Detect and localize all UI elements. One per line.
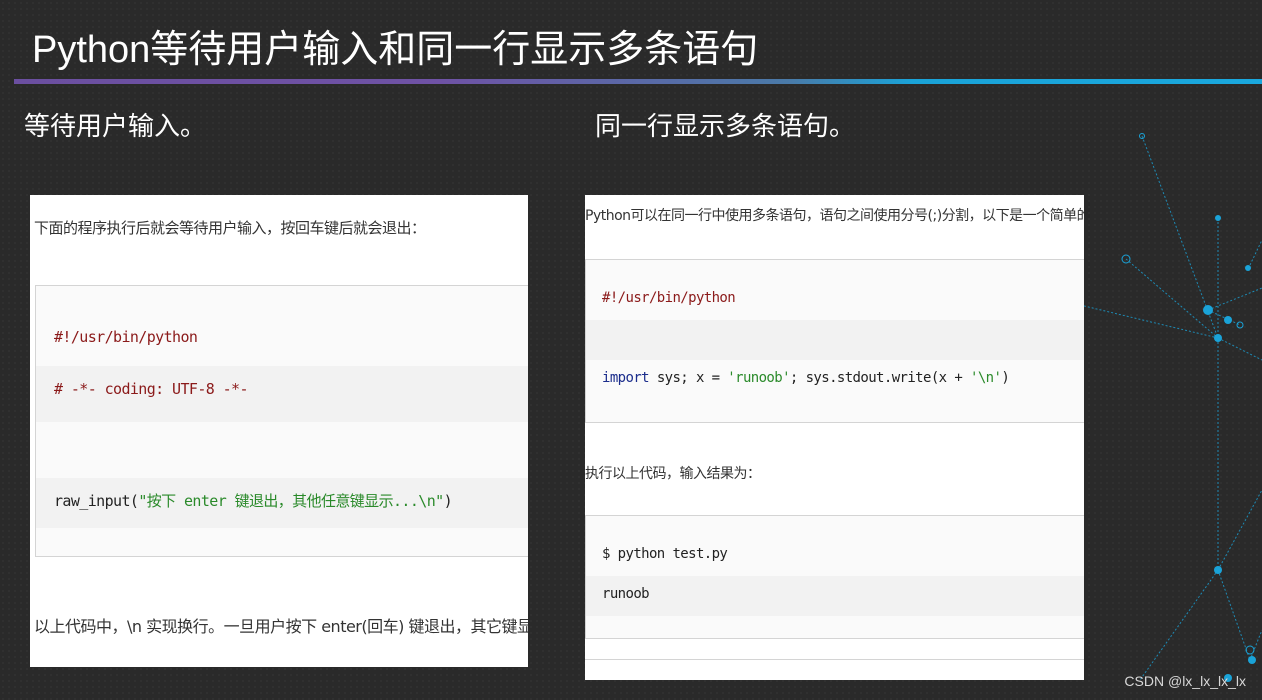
- import-rest: sys; x =: [648, 370, 728, 386]
- left-note-text: 以上代码中，\n 实现换行。一旦用户按下 enter(回车) 键退出，其它键显示…: [34, 617, 528, 636]
- right-section-heading: 同一行显示多条语句。: [595, 112, 856, 142]
- left-section-heading: 等待用户输入。: [24, 112, 207, 142]
- prompt-string: "按下 enter 键退出，其他任意键显示...\n": [138, 492, 444, 510]
- output-line: runoob: [602, 586, 650, 602]
- left-code-block: #!/usr/bin/python # -*- coding: UTF-8 -*…: [35, 285, 528, 557]
- code-row: import sys; x = 'runoob'; sys.stdout.wri…: [586, 360, 1084, 400]
- title-underline: [14, 79, 1262, 84]
- right-intro-text: Python可以在同一行中使用多条语句，语句之间使用分号(;)分割，以下是一个简…: [585, 208, 1084, 224]
- write-call: ; sys.stdout.write(x +: [789, 370, 970, 386]
- result-intro-text: 执行以上代码，输入结果为：: [585, 466, 761, 482]
- import-keyword: import: [602, 370, 650, 386]
- raw-input-line: raw_input("按下 enter 键退出，其他任意键显示...\n"): [54, 490, 453, 511]
- code-row: raw_input("按下 enter 键退出，其他任意键显示...\n"): [36, 478, 528, 528]
- code-row: #!/usr/bin/python: [586, 280, 1084, 320]
- left-content-panel: 下面的程序执行后就会等待用户输入，按回车键后就会退出： #!/usr/bin/p…: [30, 195, 528, 667]
- command-line: $ python test.py: [602, 546, 728, 562]
- watermark: CSDN @lx_lx_lx_lx: [1124, 673, 1246, 689]
- code-row: # -*- coding: UTF-8 -*-: [36, 366, 528, 422]
- import-line: import sys; x = 'runoob'; sys.stdout.wri…: [602, 370, 1010, 386]
- right-content-panel: Python可以在同一行中使用多条语句，语句之间使用分号(;)分割，以下是一个简…: [585, 195, 1084, 680]
- divider: [585, 659, 1084, 660]
- shebang-line: #!/usr/bin/python: [602, 290, 736, 306]
- function-name: raw_input: [54, 492, 130, 510]
- newline-string: '\n': [969, 370, 1002, 386]
- shebang-line: #!/usr/bin/python: [54, 328, 198, 346]
- network-decoration: [1080, 133, 1262, 682]
- code-row: [586, 320, 1084, 360]
- right-code-block: #!/usr/bin/python import sys; x = 'runoo…: [585, 259, 1084, 423]
- code-row: [36, 422, 528, 478]
- code-row: #!/usr/bin/python: [36, 314, 528, 366]
- close-paren: ): [1001, 370, 1010, 386]
- string-value: 'runoob': [727, 370, 790, 386]
- left-intro-text: 下面的程序执行后就会等待用户输入，按回车键后就会退出：: [34, 219, 426, 237]
- slide-title: Python等待用户输入和同一行显示多条语句: [32, 29, 759, 71]
- coding-line: # -*- coding: UTF-8 -*-: [54, 380, 249, 398]
- code-row: runoob: [586, 576, 1084, 616]
- close-paren: ): [443, 492, 453, 510]
- output-block: $ python test.py runoob: [585, 515, 1084, 639]
- code-row: $ python test.py: [586, 536, 1084, 576]
